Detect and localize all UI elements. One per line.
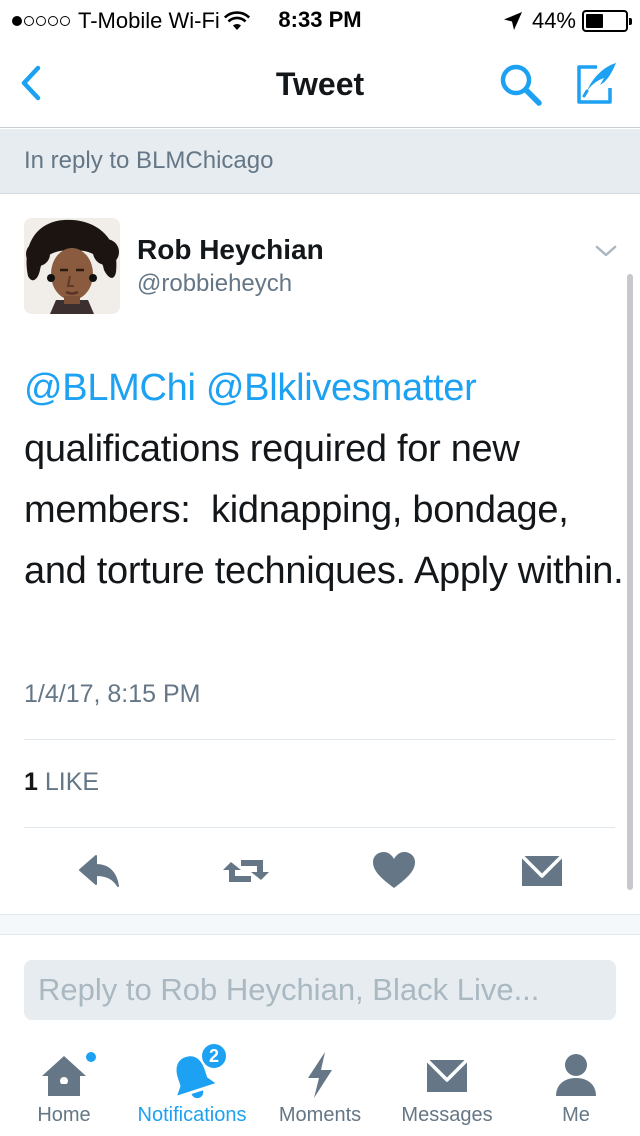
reply-icon bbox=[79, 855, 119, 887]
reply-context-label: In reply to BLMChicago bbox=[24, 147, 274, 174]
mention-link[interactable]: @BLMChi bbox=[24, 367, 196, 409]
tab-label: Moments bbox=[278, 1104, 362, 1126]
tweet-timestamp: 1/4/17, 8:15 PM bbox=[24, 680, 201, 708]
tab-bar: Home 2 Notifications Moments Messages Me bbox=[0, 1036, 640, 1136]
mention-link[interactable]: @Blklivesmatter bbox=[206, 367, 477, 409]
battery-percent: 44% bbox=[531, 8, 576, 33]
navigation-bar: Tweet bbox=[0, 40, 640, 128]
home-icon bbox=[42, 1056, 86, 1096]
divider bbox=[24, 739, 615, 740]
reply-context-banner[interactable]: In reply to BLMChicago bbox=[0, 129, 640, 194]
chevron-down-icon[interactable] bbox=[592, 240, 620, 262]
tab-home[interactable]: Home bbox=[18, 1036, 110, 1136]
avatar[interactable] bbox=[24, 218, 120, 314]
search-button[interactable] bbox=[496, 60, 546, 110]
notification-badge: 2 bbox=[200, 1042, 228, 1070]
author-name[interactable]: Rob Heychian bbox=[137, 234, 324, 266]
reply-button[interactable] bbox=[76, 848, 126, 894]
reply-input[interactable] bbox=[24, 960, 616, 1020]
search-icon bbox=[500, 64, 542, 106]
like-count-value: 1 bbox=[24, 768, 38, 796]
battery-icon bbox=[582, 10, 632, 32]
lightning-icon bbox=[308, 1052, 332, 1098]
envelope-icon bbox=[425, 1058, 469, 1092]
retweet-button[interactable] bbox=[221, 848, 271, 894]
tab-notifications[interactable]: 2 Notifications bbox=[128, 1036, 256, 1136]
status-right: 44% bbox=[502, 8, 632, 34]
tab-messages[interactable]: Messages bbox=[392, 1036, 502, 1136]
section-separator bbox=[0, 914, 640, 935]
heart-icon bbox=[373, 852, 415, 888]
tab-label: Messages bbox=[401, 1104, 493, 1126]
tab-label: Home bbox=[37, 1104, 91, 1126]
tab-me[interactable]: Me bbox=[536, 1036, 616, 1136]
tab-moments[interactable]: Moments bbox=[270, 1036, 370, 1136]
tweet-text: @BLMChi @Blklivesmatter qualifications r… bbox=[24, 358, 624, 602]
status-bar: T-Mobile Wi-Fi 8:33 PM 44% bbox=[0, 0, 640, 40]
author-handle[interactable]: @robbieheych bbox=[137, 270, 292, 298]
like-button[interactable] bbox=[369, 848, 419, 894]
scrollbar[interactable] bbox=[627, 274, 633, 890]
location-arrow-icon bbox=[503, 12, 522, 30]
compose-button[interactable] bbox=[570, 58, 622, 110]
compose-icon bbox=[577, 63, 616, 104]
tab-label: Notifications bbox=[137, 1104, 247, 1126]
profile-photo bbox=[24, 218, 120, 314]
direct-message-button[interactable] bbox=[517, 848, 567, 894]
tweet-body: qualifications required for new members:… bbox=[24, 428, 624, 592]
tweet-actions bbox=[0, 848, 640, 894]
divider bbox=[24, 827, 615, 828]
battery-level-fill bbox=[586, 14, 603, 28]
envelope-icon bbox=[520, 854, 564, 886]
like-count-label: LIKE bbox=[44, 768, 100, 796]
retweet-icon bbox=[223, 860, 269, 882]
person-icon bbox=[556, 1054, 596, 1096]
new-content-dot bbox=[86, 1052, 96, 1062]
likes-count[interactable]: 1 LIKE bbox=[24, 768, 99, 797]
tab-label: Me bbox=[562, 1104, 590, 1126]
